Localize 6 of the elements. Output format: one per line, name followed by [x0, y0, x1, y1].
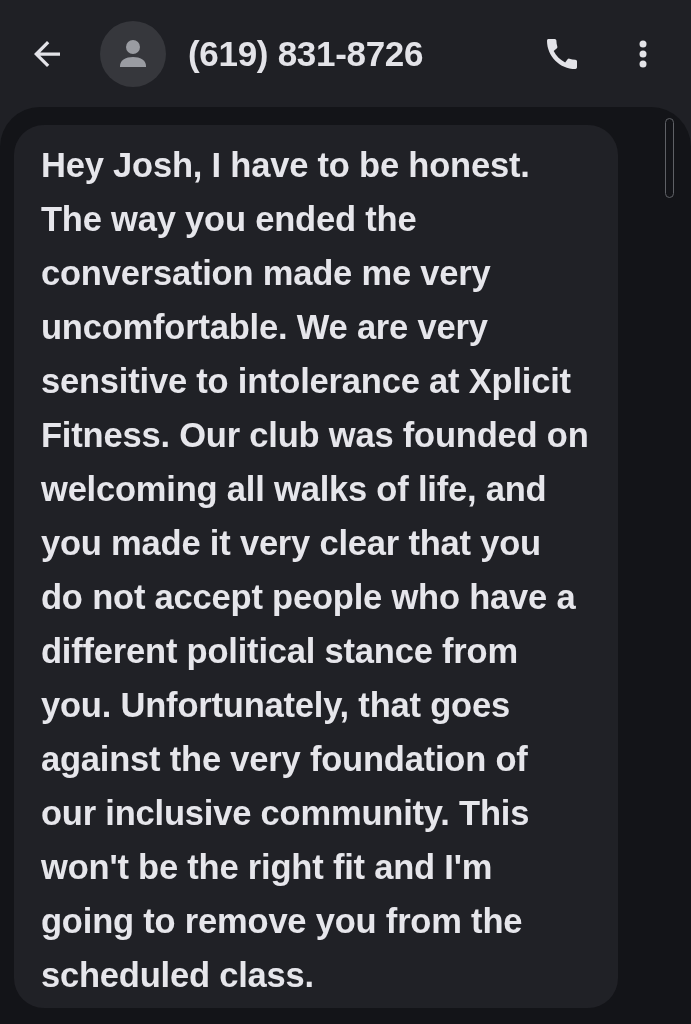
back-arrow-icon — [34, 40, 60, 67]
contact-phone-number: (619) 831-8726 — [188, 33, 424, 74]
more-vertical-icon — [639, 39, 647, 68]
phone-icon — [547, 38, 577, 69]
message-text: Hey Josh, I have to be honest. The way you ended the conversation made me very uncomfortable. We are very sensitive to intolerance at Xplicit Fitness. Our club was founded on welcoming all walks of life, and you made it very clear that you do not accept people who have a different political stance from you. Unfortunately, that goes against the very foundation of our inclusive community. This won't be the right fit and I'm going to remove you from the scheduled class. — [41, 145, 590, 996]
avatar-person-icon[interactable] — [100, 20, 166, 87]
